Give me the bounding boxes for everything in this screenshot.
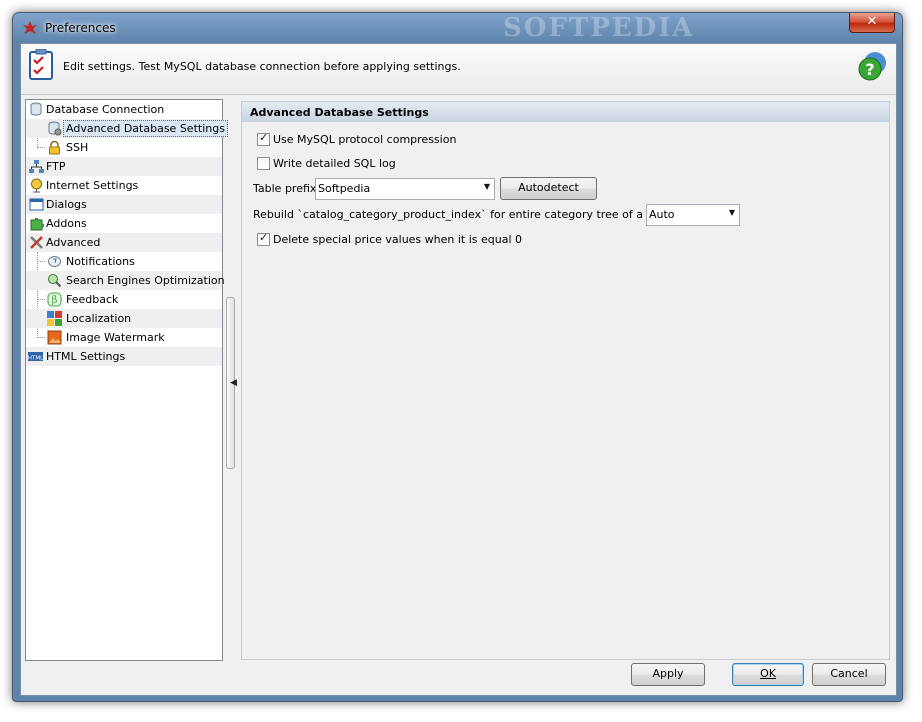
lock-icon [49,140,60,155]
preferences-window: Preferences SOFTPEDIA ✕ Edit settings. T… [12,12,903,702]
tree-item-ftp[interactable]: FTP [26,157,222,176]
tree-item-advanced[interactable]: Advanced [26,233,222,252]
ok-button-label: OK [760,667,776,680]
table-prefix-value: Softpedia [318,182,371,195]
dialog-window-icon [29,198,44,211]
tree-item-label: Image Watermark [66,331,165,344]
tree-item-seo[interactable]: Search Engines Optimization [26,271,225,290]
tree-item-label: FTP [46,160,66,173]
window-title: Preferences [45,21,116,35]
tree-item-label: Notifications [66,255,135,268]
help-icon[interactable]: ? [856,50,888,82]
tree-item-ssh[interactable]: SSH [26,138,222,157]
tree-item-label: SSH [66,141,89,154]
tree-item-html-settings[interactable]: HTML HTML Settings [26,347,222,366]
rebuild-index-combo[interactable]: Auto ▼ [646,204,740,226]
svg-text:HTML: HTML [28,356,43,362]
chevron-down-icon: ▼ [483,182,490,191]
sql-log-checkbox[interactable] [257,157,270,170]
cancel-button[interactable]: Cancel [812,663,886,686]
globe-icon [31,178,42,193]
header-bar: Edit settings. Test MySQL database conne… [21,44,896,95]
compression-checkbox[interactable] [257,131,270,146]
tools-icon [30,236,43,249]
tree-item-label: Localization [66,312,132,325]
database-icon [30,102,42,116]
tree-item-label: HTML Settings [46,350,126,363]
feedback-icon: β [47,292,62,307]
close-button[interactable]: ✕ [849,13,895,33]
table-prefix-label: Table prefix [253,182,317,195]
database-settings-icon [48,121,62,136]
tree-item-label: Addons [46,217,87,230]
tree-item-label: Dialogs [46,198,87,211]
svg-text:β: β [52,295,58,306]
tree-item-label: Database Connection [46,103,165,116]
settings-panel: Advanced Database Settings Use MySQL pro… [241,101,890,660]
chevron-down-icon: ▼ [728,208,735,217]
dialog-client-area: Edit settings. Test MySQL database conne… [20,43,897,696]
compression-label: Use MySQL protocol compression [273,133,457,146]
svg-text:?: ? [865,60,874,79]
panel-title: Advanced Database Settings [242,102,889,122]
image-icon [47,330,62,345]
collapse-arrow-icon[interactable]: ◀ [230,378,237,388]
seo-icon [48,274,62,288]
tree-item-notifications[interactable]: Notifications [26,252,222,271]
header-instructions: Edit settings. Test MySQL database conne… [63,60,461,73]
network-icon [29,160,44,173]
puzzle-icon [30,218,44,231]
tree-item-advanced-database-settings[interactable]: Advanced Database Settings [26,119,228,138]
tree-item-label: Search Engines Optimization [66,274,225,287]
title-bar[interactable]: Preferences SOFTPEDIA ✕ [13,13,902,43]
delete-special-label: Delete special price values when it is e… [273,233,523,246]
tree-item-localization[interactable]: Localization [26,309,222,328]
tree-item-image-watermark[interactable]: Image Watermark [26,328,222,347]
tree-item-dialogs[interactable]: Dialogs [26,195,222,214]
app-icon [23,21,37,34]
tree-item-addons[interactable]: Addons [26,214,222,233]
settings-tree[interactable]: Database Connection Advanced Database Se… [25,99,228,661]
tree-item-label: Feedback [66,293,119,306]
rebuild-index-label: Rebuild `catalog_category_product_index`… [253,208,689,221]
table-prefix-combo[interactable]: Softpedia ▼ [315,178,495,200]
autodetect-button[interactable]: Autodetect [500,177,597,200]
localization-icon [47,311,62,326]
close-icon: ✕ [866,14,878,29]
checklist-icon [29,49,53,80]
tree-item-label: Internet Settings [46,179,139,192]
tree-item-internet-settings[interactable]: Internet Settings [26,176,222,195]
html-icon: HTML [28,352,43,362]
notification-icon [48,256,61,267]
delete-special-checkbox[interactable] [257,231,270,246]
tree-item-label: Advanced [46,236,101,249]
sql-log-label: Write detailed SQL log [273,157,396,170]
apply-button[interactable]: Apply [631,663,705,686]
tree-item-feedback[interactable]: β Feedback [26,290,222,309]
rebuild-index-value: Auto [649,208,675,221]
panel-title-text: Advanced Database Settings [250,106,429,119]
ok-button[interactable]: OK [732,663,804,686]
title-watermark: SOFTPEDIA [503,13,695,43]
tree-item-label: Advanced Database Settings [63,120,228,137]
tree-item-database-connection[interactable]: Database Connection [26,100,222,119]
